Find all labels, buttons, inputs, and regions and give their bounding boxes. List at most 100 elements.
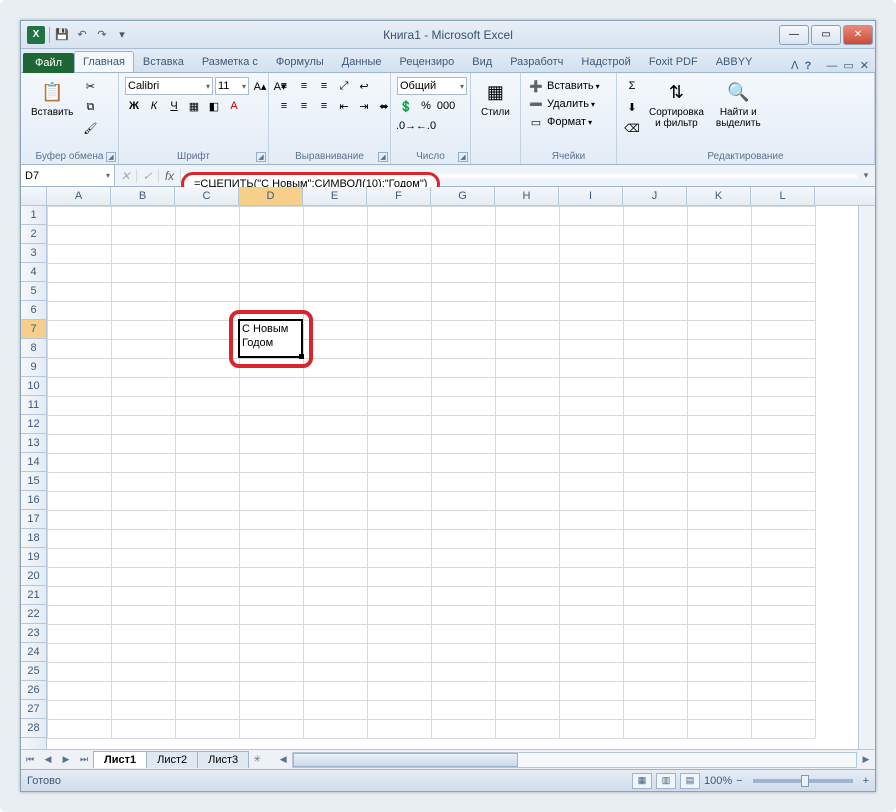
row-header[interactable]: 1: [21, 206, 46, 225]
underline-button[interactable]: Ч: [165, 97, 183, 115]
row-header[interactable]: 11: [21, 396, 46, 415]
row-header[interactable]: 25: [21, 662, 46, 681]
align-right-icon[interactable]: ≡: [315, 97, 333, 115]
vertical-scrollbar[interactable]: [858, 206, 875, 749]
column-header[interactable]: L: [751, 187, 815, 205]
row-header[interactable]: 21: [21, 586, 46, 605]
tab-formulas[interactable]: Формулы: [267, 51, 333, 72]
column-header[interactable]: H: [495, 187, 559, 205]
tab-file[interactable]: Файл: [23, 53, 74, 73]
row-header[interactable]: 22: [21, 605, 46, 624]
currency-icon[interactable]: 💲: [397, 97, 415, 115]
redo-icon[interactable]: ↷: [94, 27, 110, 43]
row-header[interactable]: 9: [21, 358, 46, 377]
row-header[interactable]: 16: [21, 491, 46, 510]
clear-icon[interactable]: ⌫: [623, 119, 641, 137]
tab-addins[interactable]: Надстрой: [572, 51, 639, 72]
number-format-combo[interactable]: Общий▾: [397, 77, 467, 95]
win-restore-icon[interactable]: —: [826, 60, 837, 72]
undo-icon[interactable]: ↶: [74, 27, 90, 43]
win-close-icon[interactable]: ✕: [860, 59, 869, 72]
row-header[interactable]: 7: [21, 320, 46, 339]
cancel-formula-icon[interactable]: ✕: [115, 169, 137, 183]
ribbon-minimize-icon[interactable]: ᐱ: [791, 59, 799, 72]
sheet-tab-2[interactable]: Лист2: [146, 751, 198, 768]
minimize-button[interactable]: —: [779, 25, 809, 45]
tab-layout[interactable]: Разметка с: [193, 51, 267, 72]
sheet-tab-1[interactable]: Лист1: [93, 751, 147, 768]
tab-home[interactable]: Главная: [74, 51, 134, 72]
formula-input[interactable]: =СЦЕПИТЬ("С Новым";СИМВОЛ(10);"Годом"): [181, 174, 857, 178]
column-header[interactable]: G: [431, 187, 495, 205]
sheet-nav-last-icon[interactable]: ⏭: [75, 754, 93, 765]
border-icon[interactable]: ▦: [185, 97, 203, 115]
help-icon[interactable]: ?: [805, 60, 812, 72]
column-header[interactable]: J: [623, 187, 687, 205]
align-center-icon[interactable]: ≡: [295, 97, 313, 115]
page-break-view-icon[interactable]: ▤: [680, 773, 700, 789]
zoom-in-icon[interactable]: +: [863, 775, 869, 787]
tab-foxit[interactable]: Foxit PDF: [640, 51, 707, 72]
row-header[interactable]: 10: [21, 377, 46, 396]
paste-button[interactable]: 📋 Вставить: [27, 77, 77, 120]
sheet-tab-3[interactable]: Лист3: [197, 751, 249, 768]
row-header[interactable]: 17: [21, 510, 46, 529]
column-header[interactable]: E: [303, 187, 367, 205]
column-header[interactable]: K: [687, 187, 751, 205]
tab-view[interactable]: Вид: [463, 51, 501, 72]
cells-area[interactable]: С Новым Годом: [47, 206, 858, 749]
orientation-icon[interactable]: ⤢: [335, 77, 353, 95]
row-header[interactable]: 8: [21, 339, 46, 358]
row-header[interactable]: 23: [21, 624, 46, 643]
row-header[interactable]: 13: [21, 434, 46, 453]
row-header[interactable]: 3: [21, 244, 46, 263]
indent-decrease-icon[interactable]: ⇤: [335, 97, 353, 115]
wrap-text-icon[interactable]: ↩: [355, 77, 373, 95]
cells-format-button[interactable]: ▭Формат▾: [527, 113, 592, 131]
column-header[interactable]: C: [175, 187, 239, 205]
row-header[interactable]: 4: [21, 263, 46, 282]
tab-review[interactable]: Рецензиро: [391, 51, 464, 72]
page-layout-view-icon[interactable]: ▥: [656, 773, 676, 789]
format-painter-icon[interactable]: 🖌: [81, 119, 99, 137]
close-button[interactable]: ✕: [843, 25, 873, 45]
sort-filter-button[interactable]: ⇅ Сортировка и фильтр: [645, 77, 708, 131]
name-box[interactable]: D7▾: [21, 165, 115, 186]
column-header[interactable]: A: [47, 187, 111, 205]
indent-increase-icon[interactable]: ⇥: [355, 97, 373, 115]
tab-data[interactable]: Данные: [333, 51, 391, 72]
row-header[interactable]: 28: [21, 719, 46, 738]
row-header[interactable]: 24: [21, 643, 46, 662]
styles-button[interactable]: ▦ Стили: [477, 77, 514, 120]
font-color-icon[interactable]: A: [225, 97, 243, 115]
new-sheet-icon[interactable]: ✳: [248, 754, 266, 765]
align-top-icon[interactable]: ≡: [275, 77, 293, 95]
cells-delete-button[interactable]: ➖Удалить▾: [527, 95, 595, 113]
percent-icon[interactable]: %: [417, 97, 435, 115]
zoom-level[interactable]: 100%: [704, 775, 732, 787]
cells-insert-button[interactable]: ➕Вставить▾: [527, 77, 600, 95]
excel-icon[interactable]: X: [27, 26, 45, 44]
sheet-nav-first-icon[interactable]: ⏮: [21, 754, 39, 765]
autosum-icon[interactable]: Σ: [623, 77, 641, 95]
align-bottom-icon[interactable]: ≡: [315, 77, 333, 95]
fill-icon[interactable]: ⬇: [623, 98, 641, 116]
copy-icon[interactable]: ⧉: [81, 98, 99, 116]
row-header[interactable]: 19: [21, 548, 46, 567]
dialog-launcher-icon[interactable]: ◢: [256, 152, 266, 162]
maximize-button[interactable]: ▭: [811, 25, 841, 45]
zoom-out-icon[interactable]: −: [736, 775, 742, 787]
comma-icon[interactable]: 000: [437, 97, 455, 115]
row-header[interactable]: 12: [21, 415, 46, 434]
fill-color-icon[interactable]: ◧: [205, 97, 223, 115]
dialog-launcher-icon[interactable]: ◢: [458, 152, 468, 162]
fx-icon[interactable]: fx: [159, 169, 181, 183]
row-header[interactable]: 15: [21, 472, 46, 491]
horizontal-scrollbar[interactable]: ◀ ▶: [274, 752, 875, 768]
expand-formula-bar-icon[interactable]: ▾: [857, 170, 875, 181]
row-header[interactable]: 18: [21, 529, 46, 548]
zoom-slider[interactable]: [753, 779, 853, 783]
column-header[interactable]: F: [367, 187, 431, 205]
normal-view-icon[interactable]: ▦: [632, 773, 652, 789]
qat-dropdown-icon[interactable]: ▾: [114, 27, 130, 43]
